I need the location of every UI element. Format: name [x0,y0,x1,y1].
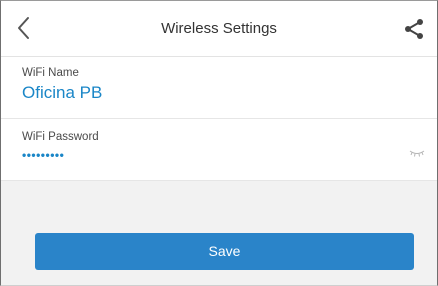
wifi-password-value[interactable]: ••••••••• [22,149,64,161]
wifi-name-label: WiFi Name [22,67,79,79]
wifi-name-field[interactable]: WiFi Name Oficina PB [1,57,437,119]
wireless-form: WiFi Name Oficina PB WiFi Password •••••… [1,57,437,181]
wifi-password-field[interactable]: WiFi Password ••••••••• [1,119,437,181]
page-title: Wireless Settings [161,20,277,37]
password-visibility-toggle[interactable] [409,145,425,157]
wifi-password-label: WiFi Password [22,131,99,143]
save-button[interactable]: Save [35,233,414,270]
top-bar: Wireless Settings [1,1,437,57]
wifi-name-value[interactable]: Oficina PB [22,83,102,103]
share-icon [405,19,423,39]
share-button[interactable] [403,18,425,40]
eye-closed-icon [409,150,425,157]
